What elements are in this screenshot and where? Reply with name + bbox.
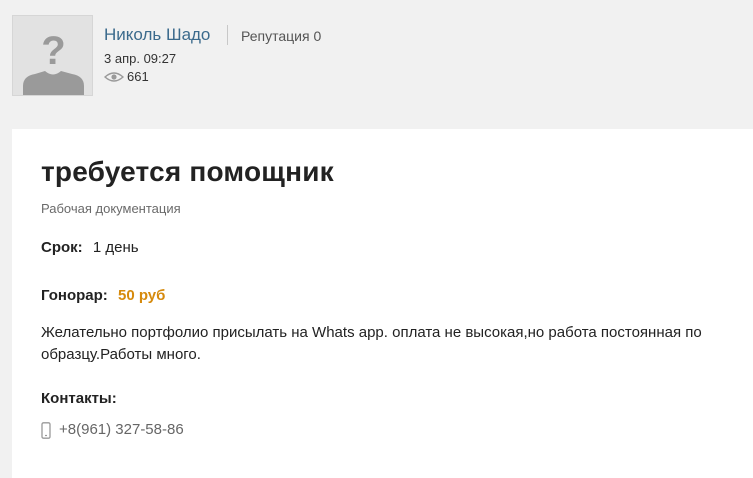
post-title: требуется помощник bbox=[41, 156, 334, 187]
user-placeholder-icon: ? bbox=[13, 16, 92, 95]
phone-contact[interactable]: +8(961) 327-58-86 bbox=[41, 421, 184, 439]
fee-row: Гонорар: 50 руб bbox=[41, 287, 165, 305]
contacts-label: Контакты: bbox=[41, 390, 117, 407]
post-date: 3 апр. 09:27 bbox=[104, 51, 177, 66]
divider bbox=[227, 25, 228, 45]
reputation-text: Репутация 0 bbox=[241, 28, 322, 44]
term-value: 1 день bbox=[92, 239, 139, 256]
term-row: Срок: 1 день bbox=[41, 239, 139, 257]
phone-number[interactable]: +8(961) 327-58-86 bbox=[59, 421, 184, 439]
post-card: требуется помощник Рабочая документация … bbox=[12, 129, 753, 478]
eye-icon bbox=[104, 72, 124, 82]
view-count: 661 bbox=[104, 69, 149, 85]
author-name-link[interactable]: Николь Шадо bbox=[104, 25, 210, 45]
term-label: Срок: bbox=[41, 239, 83, 256]
svg-text:?: ? bbox=[41, 29, 65, 73]
fee-value: 50 руб bbox=[117, 287, 166, 304]
post-category[interactable]: Рабочая документация bbox=[41, 201, 181, 217]
post-header: ? Николь Шадо Репутация 0 3 апр. 09:27 6… bbox=[0, 0, 753, 127]
fee-label: Гонорар: bbox=[41, 287, 108, 304]
post-description: Желательно портфолио присылать на Whats … bbox=[41, 324, 702, 363]
avatar[interactable]: ? bbox=[12, 15, 93, 96]
view-count-value: 661 bbox=[127, 69, 149, 84]
phone-icon bbox=[41, 421, 51, 439]
